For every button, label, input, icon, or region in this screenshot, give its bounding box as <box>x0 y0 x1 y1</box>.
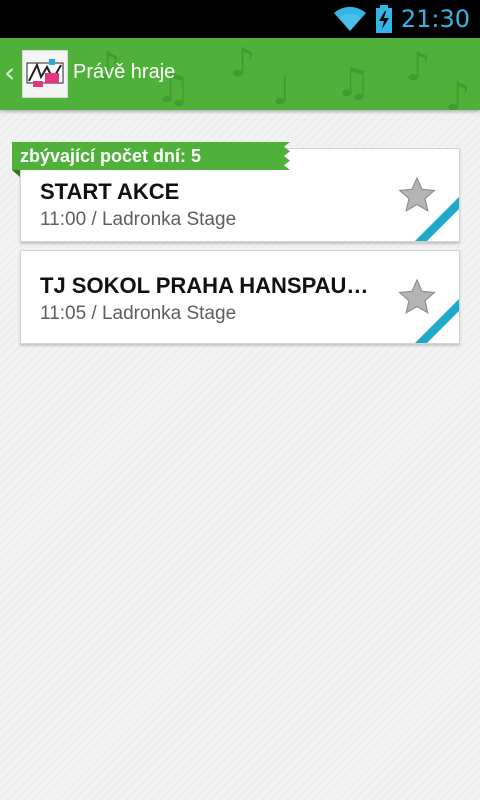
app-logo-icon <box>22 50 68 98</box>
music-note-decoration: ♪ <box>445 74 471 110</box>
status-icons: 21:30 <box>333 0 470 38</box>
ribbon-fold <box>12 170 20 177</box>
page-title: Právě hraje <box>73 61 176 83</box>
status-bar: 21:30 <box>0 0 480 38</box>
event-title: TJ SOKOL PRAHA HANSPAU… <box>40 273 369 298</box>
days-remaining-label: zbývající počet dní: 5 <box>20 146 202 166</box>
music-note-decoration: ♩ <box>272 68 291 110</box>
event-time-stage: 11:05 / Ladronka Stage <box>40 303 237 324</box>
ribbon-tail <box>282 142 290 170</box>
corner-accent <box>415 299 459 343</box>
days-remaining-ribbon: zbývající počet dní: 5 <box>12 142 282 170</box>
event-list-item[interactable]: TJ SOKOL PRAHA HANSPAU… 11:05 / Ladronka… <box>20 250 460 344</box>
action-bar: ♪ ♫ ♪ ♩ ♫ ♪ ♪ ‹ Právě hraje <box>0 38 480 110</box>
back-chevron-icon: ‹ <box>4 56 16 89</box>
music-note-decoration: ♪ <box>230 40 256 86</box>
wifi-icon <box>333 6 366 31</box>
corner-accent <box>415 197 459 241</box>
clock: 21:30 <box>400 5 470 33</box>
music-note-decoration: ♪ <box>405 44 431 90</box>
event-title: START AKCE <box>40 179 180 204</box>
event-time-stage: 11:00 / Ladronka Stage <box>40 209 237 230</box>
music-note-decoration: ♫ <box>335 60 371 106</box>
home-up-button[interactable]: ‹ Právě hraje <box>0 38 180 110</box>
battery-charging-icon <box>375 5 392 33</box>
